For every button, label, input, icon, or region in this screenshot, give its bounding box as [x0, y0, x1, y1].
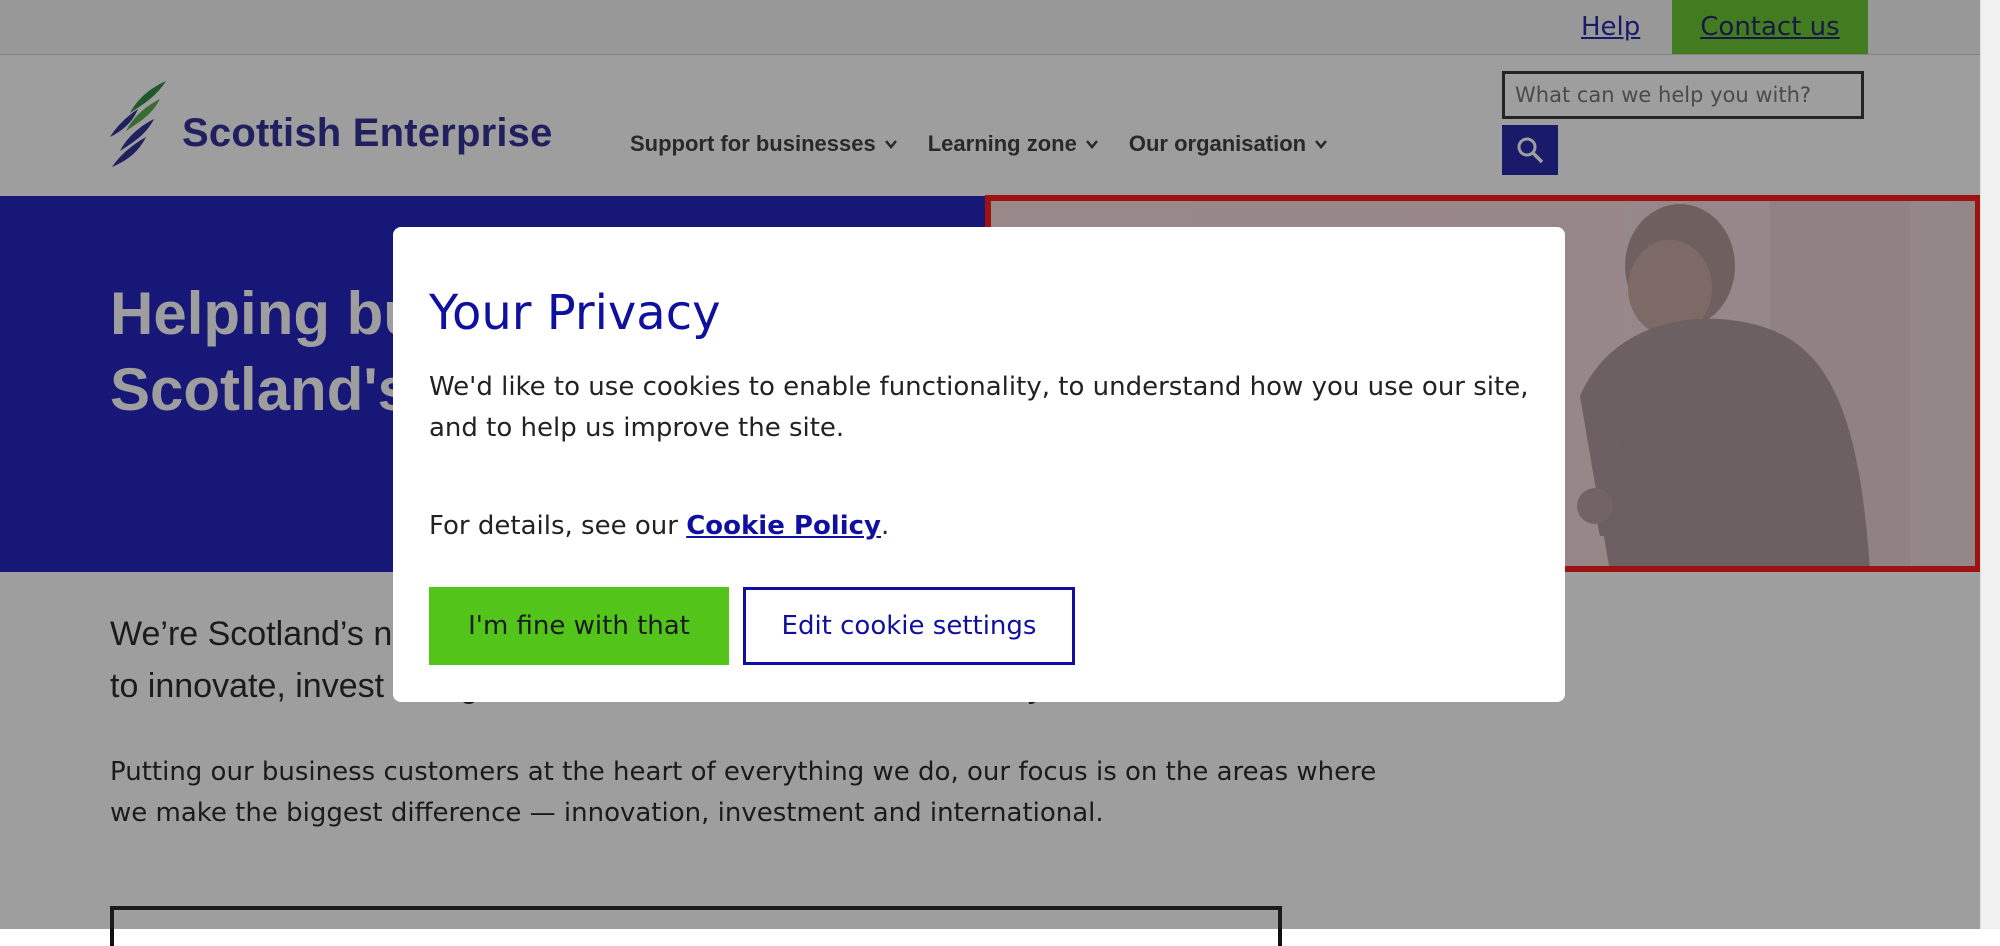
cookie-policy-link[interactable]: Cookie Policy [686, 511, 881, 541]
accept-cookies-button[interactable]: I'm fine with that [429, 587, 729, 665]
details-prefix: For details, see our [429, 511, 687, 541]
edit-cookie-settings-button[interactable]: Edit cookie settings [743, 587, 1075, 665]
details-suffix: . [880, 511, 890, 541]
privacy-details: For details, see our Cookie Policy. [429, 511, 889, 541]
privacy-modal: Your Privacy We'd like to use cookies to… [393, 227, 1565, 702]
privacy-text: We'd like to use cookies to enable funct… [429, 372, 1529, 443]
scrollbar[interactable] [1980, 0, 2000, 929]
privacy-title: Your Privacy [429, 285, 721, 341]
